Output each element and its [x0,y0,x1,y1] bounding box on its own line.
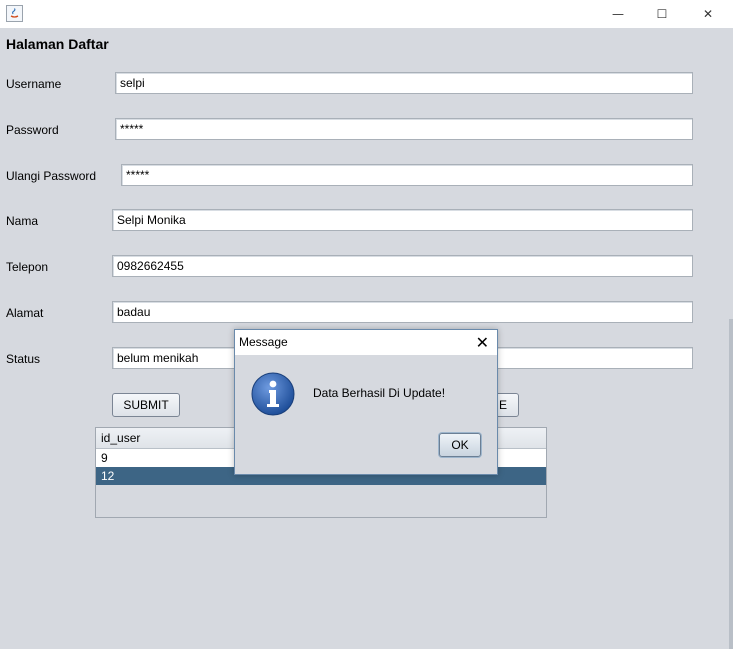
status-label: Status [6,352,41,366]
window-titlebar: — ☐ ✕ [0,0,733,28]
message-dialog: Message ✕ Data Berhasil Di Update! OK [234,329,498,475]
window-edge [729,319,733,649]
java-app-icon [6,5,23,22]
address-label: Alamat [6,306,44,320]
dialog-title: Message [239,335,288,349]
dialog-message: Data Berhasil Di Update! [313,386,446,400]
submit-button[interactable]: SUBMIT [112,393,180,417]
info-icon [251,372,295,416]
name-label: Nama [6,214,39,228]
name-field[interactable]: Selpi Monika [112,209,693,231]
phone-field[interactable]: 0982662455 [112,255,693,277]
minimize-button[interactable]: — [596,0,640,28]
dialog-close-icon[interactable]: ✕ [476,330,489,355]
maximize-button[interactable]: ☐ [640,0,684,28]
username-field[interactable]: selpi [115,72,693,94]
repeat-password-label: Ulangi Password [6,169,97,183]
username-label: Username [6,77,62,91]
repeat-password-field[interactable]: ***** [121,164,693,186]
dialog-titlebar: Message ✕ [235,330,497,355]
address-field[interactable]: badau [112,301,693,323]
ok-button[interactable]: OK [439,433,481,457]
close-button[interactable]: ✕ [686,0,730,28]
page-title: Halaman Daftar [6,36,109,52]
password-field[interactable]: ***** [115,118,693,140]
password-label: Password [6,123,59,137]
phone-label: Telepon [6,260,49,274]
